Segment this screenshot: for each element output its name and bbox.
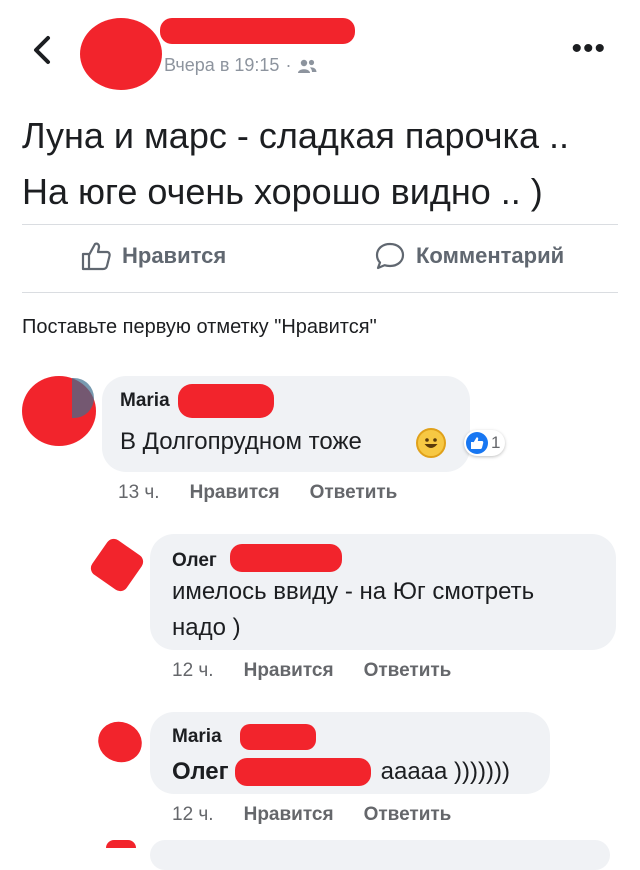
reply-meta: 12 ч. Нравится Ответить [172, 804, 451, 826]
reply-bubble[interactable]: Олег имелось ввиду - на Юг смотреть надо… [150, 534, 616, 650]
redacted-surname [230, 544, 342, 572]
comment-button[interactable]: Комментарий [374, 240, 564, 272]
mention-tag[interactable]: Олег [172, 754, 229, 790]
post-text-line-2: На юге очень хорошо видно .. ) [22, 171, 543, 212]
reply-time: 12 ч. [172, 660, 214, 681]
like-label: Нравится [122, 243, 227, 268]
reply-text: имелось ввиду - на Юг смотреть надо ) [172, 578, 535, 641]
reply-text: Олег ааааа ))))))) [172, 754, 510, 790]
reply-avatar[interactable] [87, 535, 147, 595]
author-avatar[interactable] [80, 18, 162, 90]
reaction-badge[interactable]: 1 [464, 430, 506, 456]
reply-bubble[interactable] [150, 840, 610, 870]
friends-icon [298, 59, 317, 73]
smiley-emoji [416, 428, 446, 458]
reply-avatar[interactable] [92, 715, 148, 769]
comment-reply-button[interactable]: Ответить [310, 482, 398, 504]
reply-like-button[interactable]: Нравится [244, 804, 334, 826]
divider-bottom [22, 292, 618, 293]
comment-meta: 13 ч. Нравится Ответить [118, 482, 397, 504]
reply-bubble[interactable]: Maria Олег ааааа ))))))) [150, 712, 550, 794]
reply-reply-button[interactable]: Ответить [364, 804, 452, 826]
comment-time: 13 ч. [118, 482, 160, 503]
thumbs-up-icon [81, 242, 111, 271]
reaction-count: 1 [491, 433, 501, 452]
redacted-surname [240, 724, 316, 750]
post-text-line-1: Луна и марс - сладкая парочка .. [22, 115, 570, 156]
comment-author[interactable]: Maria [120, 390, 170, 412]
divider-top [22, 224, 618, 225]
first-like-prompt: Поставьте первую отметку "Нравится" [22, 316, 377, 338]
comment-text: В Долгопрудном тоже [120, 428, 362, 455]
comment-label: Комментарий [416, 243, 565, 268]
like-reaction-icon [466, 432, 488, 454]
post-text: Луна и марс - сладкая парочка .. На юге … [22, 108, 622, 220]
reply-like-button[interactable]: Нравится [244, 660, 334, 682]
reply-avatar[interactable] [106, 840, 136, 848]
post-timestamp[interactable]: Вчера в 19:15 [164, 55, 279, 76]
reply-message: ааааа ))))))) [380, 758, 510, 785]
author-name[interactable] [160, 18, 355, 44]
reply-time: 12 ч. [172, 804, 214, 825]
reply-author[interactable]: Олег [172, 550, 217, 572]
chevron-left-icon [34, 36, 50, 64]
comment-bubble[interactable]: Maria В Долгопрудном тоже [102, 376, 470, 472]
redacted-surname [178, 384, 274, 418]
more-options-button[interactable]: ••• [571, 34, 606, 64]
comment-icon [375, 242, 405, 270]
post-meta: Вчера в 19:15 · [164, 55, 317, 76]
back-button[interactable] [28, 32, 58, 68]
reply-author[interactable]: Maria [172, 726, 222, 748]
reply-meta: 12 ч. Нравится Ответить [172, 660, 451, 682]
meta-separator: · [285, 55, 292, 75]
redacted-mention [234, 758, 371, 786]
like-button[interactable]: Нравится [80, 240, 226, 272]
reply-reply-button[interactable]: Ответить [364, 660, 452, 682]
comment-like-button[interactable]: Нравится [190, 482, 280, 504]
